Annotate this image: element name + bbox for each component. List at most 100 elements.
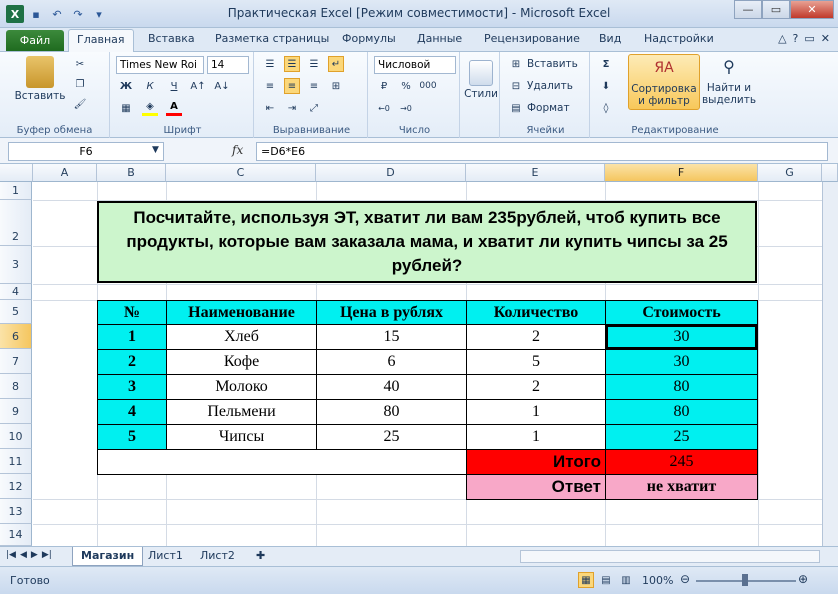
font-size-combo[interactable]: 14 [207,56,249,74]
row-header-8[interactable]: 8 [0,374,32,399]
maximize-button[interactable]: ▭ [762,0,790,19]
align-bottom-icon[interactable]: ☰ [306,56,322,72]
prev-sheet-icon[interactable]: ◀ [20,550,27,560]
tab-review[interactable]: Рецензирование [484,32,580,45]
decrease-indent-icon[interactable]: ⇤ [262,100,278,116]
task-banner[interactable]: Посчитайте, используя ЭТ, хватит ли вам … [97,201,757,283]
formula-input[interactable]: =D6*E6 [256,142,828,161]
name-box-dropdown-icon[interactable]: ▼ [152,145,159,155]
row-header-11[interactable]: 11 [0,449,32,474]
borders-icon[interactable]: ▦ [118,100,134,116]
tab-formulas[interactable]: Формулы [342,32,396,45]
column-header-b[interactable]: B [97,164,166,182]
format-cells-row[interactable]: ▤ Формат [508,100,569,116]
table-cell[interactable]: 5 [466,349,606,375]
row-header-13[interactable]: 13 [0,499,32,524]
tab-data[interactable]: Данные [417,32,462,45]
zoom-in-icon[interactable]: ⊕ [798,572,808,586]
clear-icon[interactable]: ◊ [598,100,614,116]
align-right-icon[interactable]: ≡ [306,78,322,94]
table-cell[interactable]: Пельмени [166,399,317,425]
header-cell-number[interactable]: № [97,300,167,325]
tab-file[interactable]: Файл [6,30,64,51]
cut-icon[interactable]: ✂ [72,56,88,72]
worksheet-grid[interactable]: A B C D E F G 1 2 3 4 5 6 7 8 9 10 11 12… [0,164,838,546]
table-cell[interactable]: 2 [466,324,606,350]
table-cell[interactable]: 1 [97,324,167,350]
column-header-a[interactable]: A [33,164,97,182]
currency-icon[interactable]: ₽ [376,78,392,94]
italic-button[interactable]: К [142,78,158,94]
row-header-12[interactable]: 12 [0,474,32,499]
insert-function-icon[interactable]: fx [232,143,243,157]
table-cell[interactable]: Чипсы [166,424,317,450]
empty-merged-cell[interactable] [97,449,467,475]
sheet-tab-list2[interactable]: Лист2 [192,547,243,566]
minimize-button[interactable]: — [734,0,762,19]
merge-center-icon[interactable]: ⊞ [328,78,344,94]
table-cell[interactable]: 40 [316,374,467,400]
table-cell[interactable]: 1 [466,424,606,450]
answer-value-cell[interactable]: не хватит [605,474,758,500]
fill-icon[interactable]: ⬇ [598,78,614,94]
help-icon[interactable]: ? [793,32,799,45]
table-cell[interactable]: 25 [316,424,467,450]
table-cell[interactable]: Молоко [166,374,317,400]
font-color-icon[interactable]: A [166,100,182,116]
tab-home[interactable]: Главная [68,29,134,53]
table-cell[interactable]: Хлеб [166,324,317,350]
total-label-cell[interactable]: Итого [466,449,606,475]
row-header-1[interactable]: 1 [0,182,32,200]
format-painter-icon[interactable]: 🖌 [72,96,88,112]
total-value-cell[interactable]: 245 [605,449,758,475]
percent-button[interactable]: % [398,78,414,94]
column-header-c[interactable]: C [166,164,316,182]
row-header-14[interactable]: 14 [0,524,32,546]
number-format-combo[interactable]: Числовой [374,56,456,74]
orientation-icon[interactable]: ⤢ [306,100,322,116]
align-middle-icon[interactable]: ☰ [284,56,300,72]
column-header-g[interactable]: G [758,164,822,182]
column-header-d[interactable]: D [316,164,466,182]
sheet-tab-magazin[interactable]: Магазин [72,547,144,566]
table-cell[interactable]: 25 [605,424,758,450]
vertical-scrollbar[interactable] [822,182,838,546]
last-sheet-icon[interactable]: ▶| [42,550,52,560]
table-cell[interactable]: 80 [316,399,467,425]
page-break-view-icon[interactable]: ▥ [618,572,634,588]
increase-indent-icon[interactable]: ⇥ [284,100,300,116]
header-cell-name[interactable]: Наименование [166,300,317,325]
select-all-corner[interactable] [0,164,33,182]
styles-button[interactable]: Стили [464,60,498,100]
zoom-level[interactable]: 100% [642,574,673,587]
header-cell-cost[interactable]: Стоимость [605,300,758,325]
grow-font-icon[interactable]: A↑ [190,78,206,94]
zoom-out-icon[interactable]: ⊖ [680,572,690,586]
zoom-slider-thumb[interactable] [742,574,748,586]
bold-button[interactable]: Ж [118,78,134,94]
find-select-button[interactable]: ⚲ Найти и выделить [702,54,756,107]
table-cell[interactable]: 4 [97,399,167,425]
tab-page-layout[interactable]: Разметка страницы [215,32,329,45]
font-name-combo[interactable]: Times New Roi [116,56,204,74]
copy-icon[interactable]: ❐ [72,76,88,92]
horizontal-scrollbar[interactable] [520,550,820,563]
normal-view-icon[interactable]: ▦ [578,572,594,588]
table-cell[interactable]: 1 [466,399,606,425]
table-cell[interactable]: 5 [97,424,167,450]
row-header-7[interactable]: 7 [0,349,32,374]
tab-addins[interactable]: Надстройки [644,32,714,45]
table-cell[interactable]: 15 [316,324,467,350]
close-workbook-icon[interactable]: ✕ [821,32,830,45]
row-header-9[interactable]: 9 [0,399,32,424]
table-cell[interactable]: 80 [605,374,758,400]
name-box[interactable]: F6 [8,142,164,161]
row-header-2[interactable]: 2 [0,200,32,246]
next-sheet-icon[interactable]: ▶ [31,550,38,560]
header-cell-price[interactable]: Цена в рублях [316,300,467,325]
active-cell-f6[interactable]: 30 [605,324,758,350]
delete-cells-row[interactable]: ⊟ Удалить [508,78,573,94]
wrap-text-icon[interactable]: ↵ [328,56,344,72]
header-cell-quantity[interactable]: Количество [466,300,606,325]
autosum-icon[interactable]: Σ [598,56,614,72]
